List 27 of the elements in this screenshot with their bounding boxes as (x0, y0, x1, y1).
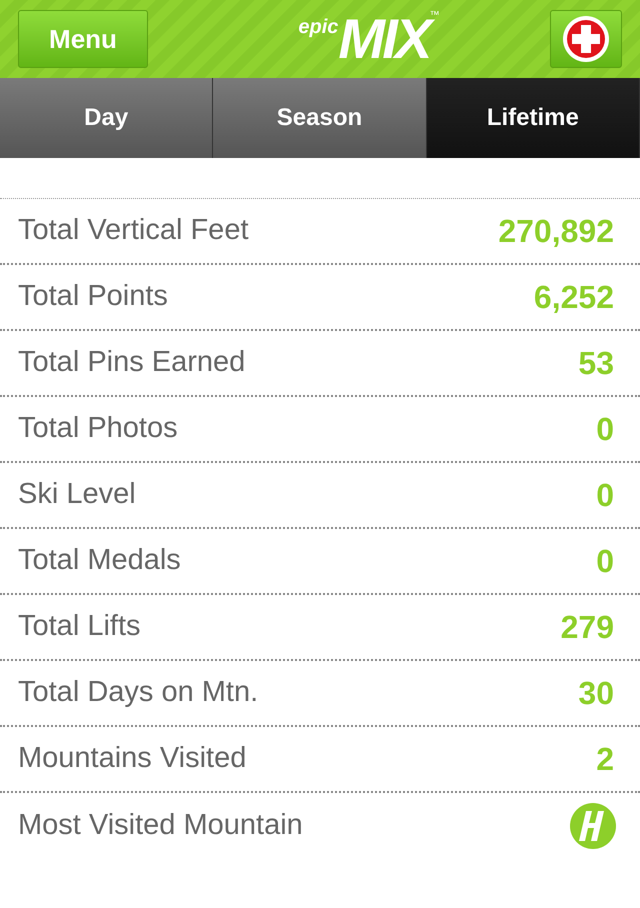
stat-label: Ski Level (18, 477, 136, 512)
logo-small-text: epic (298, 17, 338, 37)
stat-label: Total Vertical Feet (18, 213, 248, 248)
tab[interactable]: Season (213, 78, 427, 158)
stat-value: 2 (596, 740, 614, 779)
stat-value: 270,892 (498, 212, 614, 251)
stat-label: Total Points (18, 279, 168, 314)
stat-value: 0 (596, 410, 614, 449)
stat-label: Mountains Visited (18, 741, 246, 776)
mountain-logo-icon (570, 803, 616, 849)
stat-value: 279 (560, 608, 614, 647)
stat-value: 6,252 (534, 278, 614, 317)
tab[interactable]: Day (0, 78, 214, 158)
first-aid-cross-icon (562, 15, 610, 63)
stat-label: Total Medals (18, 543, 181, 578)
stat-label: Total Lifts (18, 609, 140, 644)
tab[interactable]: Lifetime (426, 78, 640, 158)
first-aid-button[interactable] (550, 10, 622, 68)
stat-label: Total Pins Earned (18, 345, 246, 380)
stat-label: Most Visited Mountain (18, 808, 303, 844)
trademark-text: ™ (430, 11, 440, 21)
stat-value: 0 (596, 476, 614, 515)
stat-value: 0 (596, 542, 614, 581)
stat-label: Total Photos (18, 411, 178, 446)
stat-label: Total Days on Mtn. (18, 675, 258, 710)
stat-value: 53 (578, 344, 614, 383)
stat-value: 30 (578, 674, 614, 713)
